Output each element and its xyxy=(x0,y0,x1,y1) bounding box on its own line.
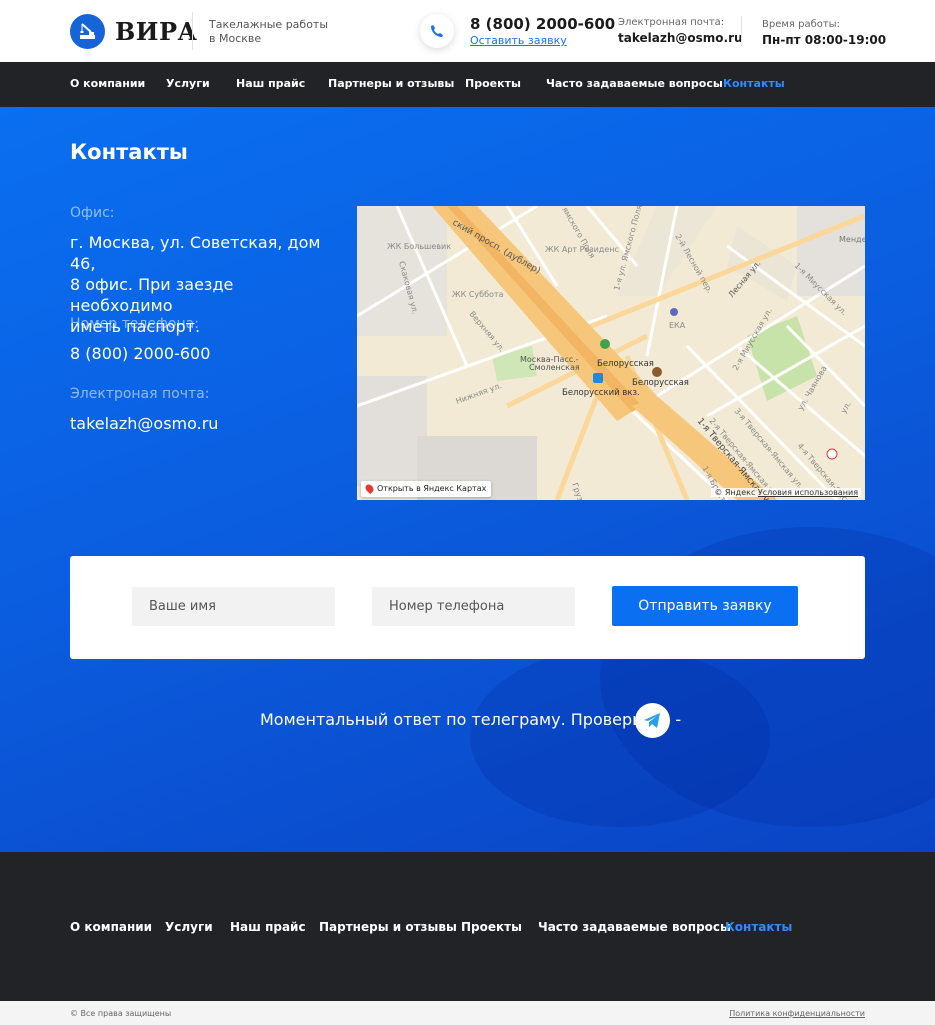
nav-item-about[interactable]: О компании xyxy=(70,77,145,90)
nav-item-price[interactable]: Наш прайс xyxy=(236,77,305,90)
metro-icon xyxy=(600,339,610,349)
email-label: Электроная почта: xyxy=(70,386,210,402)
contacts-section: Контакты Офис: г. Москва, ул. Советская,… xyxy=(0,107,935,852)
request-form: Отправить заявку xyxy=(70,556,865,659)
telegram-button[interactable] xyxy=(635,703,670,738)
nav-item-services[interactable]: Услуги xyxy=(166,77,210,90)
phone-input[interactable] xyxy=(372,587,575,626)
map-label: Белорусская xyxy=(632,378,689,388)
phone-label: Номер телефона: xyxy=(70,316,199,332)
phone-icon xyxy=(431,25,443,37)
nav-item-faq[interactable]: Часто задаваемые вопросы xyxy=(546,77,723,90)
nav-item-partners[interactable]: Партнеры и отзывы xyxy=(328,77,454,90)
map-label: ЖК Суббота xyxy=(452,290,504,299)
tagline: Такелажные работы в Москве xyxy=(209,18,329,46)
bottom-bar: © Все права защищены Политика конфиденци… xyxy=(0,1001,935,1025)
copyright: © Все права защищены xyxy=(70,1009,172,1018)
footer-nav-faq[interactable]: Часто задаваемые вопросы xyxy=(538,920,731,934)
map-label: Белорусская xyxy=(597,359,654,369)
map-pin-icon xyxy=(363,482,376,495)
pharmacy-icon xyxy=(826,448,838,460)
privacy-policy-link[interactable]: Политика конфиденциальности xyxy=(729,1009,865,1018)
footer-nav-services[interactable]: Услуги xyxy=(165,920,213,934)
telegram-prompt: Моментальный ответ по телеграму. Провери… xyxy=(260,710,682,729)
top-nav: О компании Услуги Наш прайс Партнеры и о… xyxy=(0,62,935,107)
header-email-label: Электронная почта: xyxy=(618,17,725,28)
brand-name[interactable]: ВИРА xyxy=(115,17,198,46)
open-in-yandex-maps-label: Открыть в Яндекс Картах xyxy=(377,484,487,493)
header-divider xyxy=(192,12,193,50)
yandex-map[interactable]: ский просп. (дублер) ЖК Большевик ЖК Суб… xyxy=(357,206,865,500)
contact-email[interactable]: takelazh@osmo.ru xyxy=(70,413,218,434)
footer-nav-price[interactable]: Наш прайс xyxy=(230,920,306,934)
page-title: Контакты xyxy=(70,140,188,164)
map-label: Смоленская xyxy=(529,363,580,372)
map-footer: Открыть в Яндекс Картах © Яндекс Условия… xyxy=(357,481,865,500)
map-label: ЕКА xyxy=(669,321,686,330)
contact-phone[interactable]: 8 (800) 2000-600 xyxy=(70,343,210,364)
open-in-yandex-maps-link[interactable]: Открыть в Яндекс Картах xyxy=(361,481,492,497)
request-link[interactable]: Оставить заявку xyxy=(470,34,567,47)
office-address-line: г. Москва, ул. Советская, дом 46, xyxy=(70,233,321,273)
metro-icon xyxy=(652,367,662,377)
nav-item-projects[interactable]: Проекты xyxy=(465,77,521,90)
tagline-line1: Такелажные работы xyxy=(209,18,329,31)
footer-nav-contacts[interactable]: Контакты xyxy=(725,920,792,934)
telegram-icon xyxy=(644,713,660,728)
terms-of-use-link[interactable]: Условия использования xyxy=(758,488,858,497)
yandex-copyright: © Яндекс xyxy=(714,488,756,497)
header-phone[interactable]: 8 (800) 2000-600 xyxy=(470,15,615,33)
railway-station-icon xyxy=(593,373,603,383)
footer-nav-about[interactable]: О компании xyxy=(70,920,152,934)
map-label: Менде xyxy=(839,235,865,244)
site-footer: О компании Услуги Наш прайс Партнеры и о… xyxy=(0,852,935,1001)
nav-item-contacts[interactable]: Контакты xyxy=(723,77,785,90)
phone-call-button[interactable] xyxy=(420,14,454,48)
background-map-shape xyxy=(470,647,770,827)
logo-crane-icon[interactable] xyxy=(70,14,105,49)
map-canvas[interactable]: ский просп. (дублер) ЖК Большевик ЖК Суб… xyxy=(357,206,865,500)
footer-nav-projects[interactable]: Проекты xyxy=(461,920,522,934)
tagline-line2: в Москве xyxy=(209,32,262,45)
hours-label: Время работы: xyxy=(762,19,840,30)
hours-value: Пн-пт 08:00-19:00 xyxy=(762,33,887,47)
footer-nav-partners[interactable]: Партнеры и отзывы xyxy=(319,920,457,934)
map-label: Белорусский вкз. xyxy=(562,388,640,398)
fuel-icon xyxy=(670,308,678,316)
office-label: Офис: xyxy=(70,205,115,221)
map-label: ЖК Большевик xyxy=(387,242,451,251)
submit-request-button[interactable]: Отправить заявку xyxy=(612,586,798,626)
header-email[interactable]: takelazh@osmo.ru xyxy=(618,31,743,45)
site-header: ВИРА Такелажные работы в Москве 8 (800) … xyxy=(0,0,935,62)
office-address-line: 8 офис. При заезде необходимо xyxy=(70,275,234,315)
header-divider xyxy=(741,16,742,46)
name-input[interactable] xyxy=(132,587,335,626)
map-copyright: © Яндекс Условия использования xyxy=(711,488,861,497)
